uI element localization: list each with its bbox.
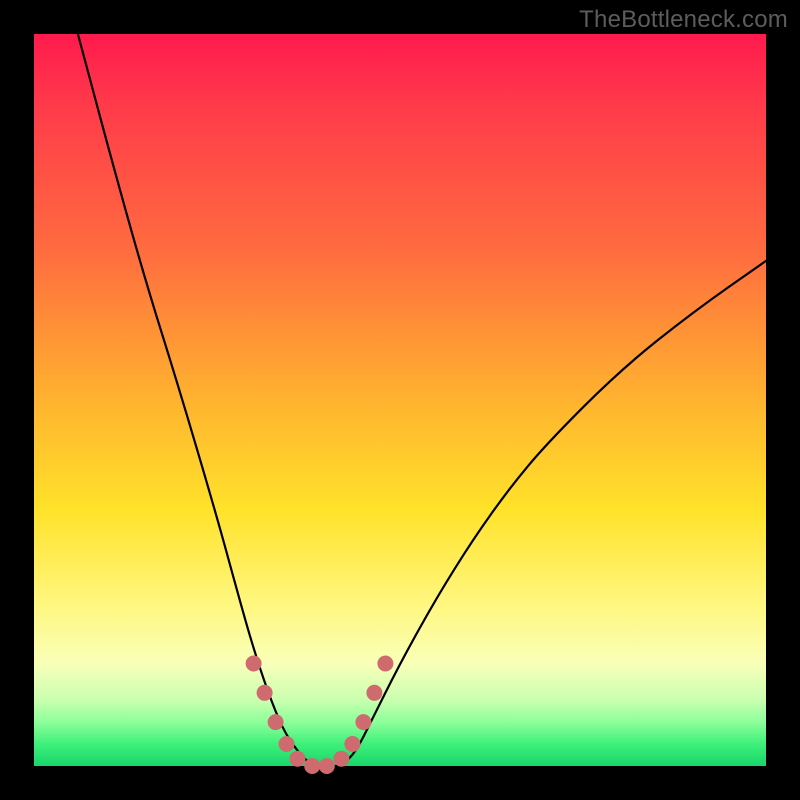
- valley-marker: [268, 714, 284, 730]
- outer-frame: TheBottleneck.com: [0, 0, 800, 800]
- valley-marker: [304, 758, 320, 774]
- valley-marker: [377, 656, 393, 672]
- bottleneck-chart: [34, 34, 766, 766]
- valley-marker: [279, 736, 295, 752]
- valley-markers-group: [246, 656, 394, 775]
- valley-marker: [344, 736, 360, 752]
- bottleneck-curve-path: [78, 34, 766, 766]
- plot-area: [34, 34, 766, 766]
- valley-marker: [319, 758, 335, 774]
- valley-marker: [333, 751, 349, 767]
- valley-marker: [246, 656, 262, 672]
- valley-marker: [257, 685, 273, 701]
- valley-marker: [355, 714, 371, 730]
- valley-marker: [290, 751, 306, 767]
- valley-marker: [366, 685, 382, 701]
- watermark-text: TheBottleneck.com: [579, 6, 788, 34]
